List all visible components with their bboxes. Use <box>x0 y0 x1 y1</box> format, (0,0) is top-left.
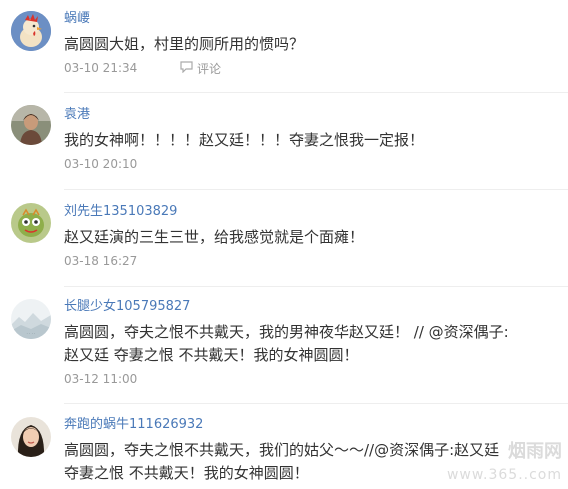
reply-label: 评论 <box>197 61 222 76</box>
comment-text: 赵又廷演的三生三世，给我感觉就是个面瘫！ <box>64 228 365 246</box>
comment-username[interactable]: 蜗崾 <box>64 11 90 27</box>
comment-time: 03-10 20:10 <box>64 157 138 171</box>
comment-text: 高圆圆，夺夫之恨不共戴天，我们的姑父～～//@资深偶子:赵又廷 <box>64 441 500 459</box>
watermark-url: www.365..com <box>446 467 562 483</box>
comment-item: 蜗崾 高圆圆大姐，村里的厕所用的惯吗？ 03-10 21:34 评论 <box>0 0 568 90</box>
reply-button[interactable]: 评论 <box>180 61 221 76</box>
woman-photo-avatar[interactable] <box>11 417 51 457</box>
divider <box>64 92 568 93</box>
comment-username[interactable]: 奔跑的蜗牛111626932 <box>64 417 203 433</box>
comment-time: 03-12 11:00 <box>64 372 138 386</box>
comment-username[interactable]: 刘先生135103829 <box>64 204 177 220</box>
svg-text:· · · ·: · · · · <box>27 331 36 336</box>
cartoon-avatar[interactable] <box>11 203 51 243</box>
comment-item: 刘先生135103829 赵又廷演的三生三世，给我感觉就是个面瘫！ 03-18 … <box>0 192 568 282</box>
comment-icon <box>180 61 193 76</box>
person-photo-avatar[interactable] <box>11 105 51 145</box>
comment-text: 高圆圆，夺夫之恨不共戴天，我的男神夜华赵又廷！ // @资深偶子: <box>64 323 509 341</box>
divider <box>64 286 568 287</box>
comment-item: 袁港 我的女神啊！！！！赵又廷！！！夺妻之恨我一定报！ 03-10 20:10 <box>0 95 568 185</box>
comment-time: 03-18 16:27 <box>64 254 138 268</box>
comment-username[interactable]: 长腿少女105795827 <box>64 299 190 315</box>
landscape-avatar[interactable]: · · · · <box>11 299 51 339</box>
comment-time: 03-10 21:34 <box>64 61 138 75</box>
comment-text: 赵又廷 夺妻之恨 不共戴天！我的女神圆圆！ <box>64 346 359 364</box>
divider <box>64 403 568 404</box>
comment-username[interactable]: 袁港 <box>64 107 90 123</box>
comment-item: · · · · 长腿少女105795827 高圆圆，夺夫之恨不共戴天，我的男神夜… <box>0 288 568 400</box>
watermark: 烟雨网 <box>508 441 562 462</box>
rooster-avatar[interactable] <box>11 11 51 51</box>
comment-text: 高圆圆大姐，村里的厕所用的惯吗？ <box>64 35 305 53</box>
comment-text: 我的女神啊！！！！赵又廷！！！夺妻之恨我一定报！ <box>64 131 425 149</box>
divider <box>64 189 568 190</box>
